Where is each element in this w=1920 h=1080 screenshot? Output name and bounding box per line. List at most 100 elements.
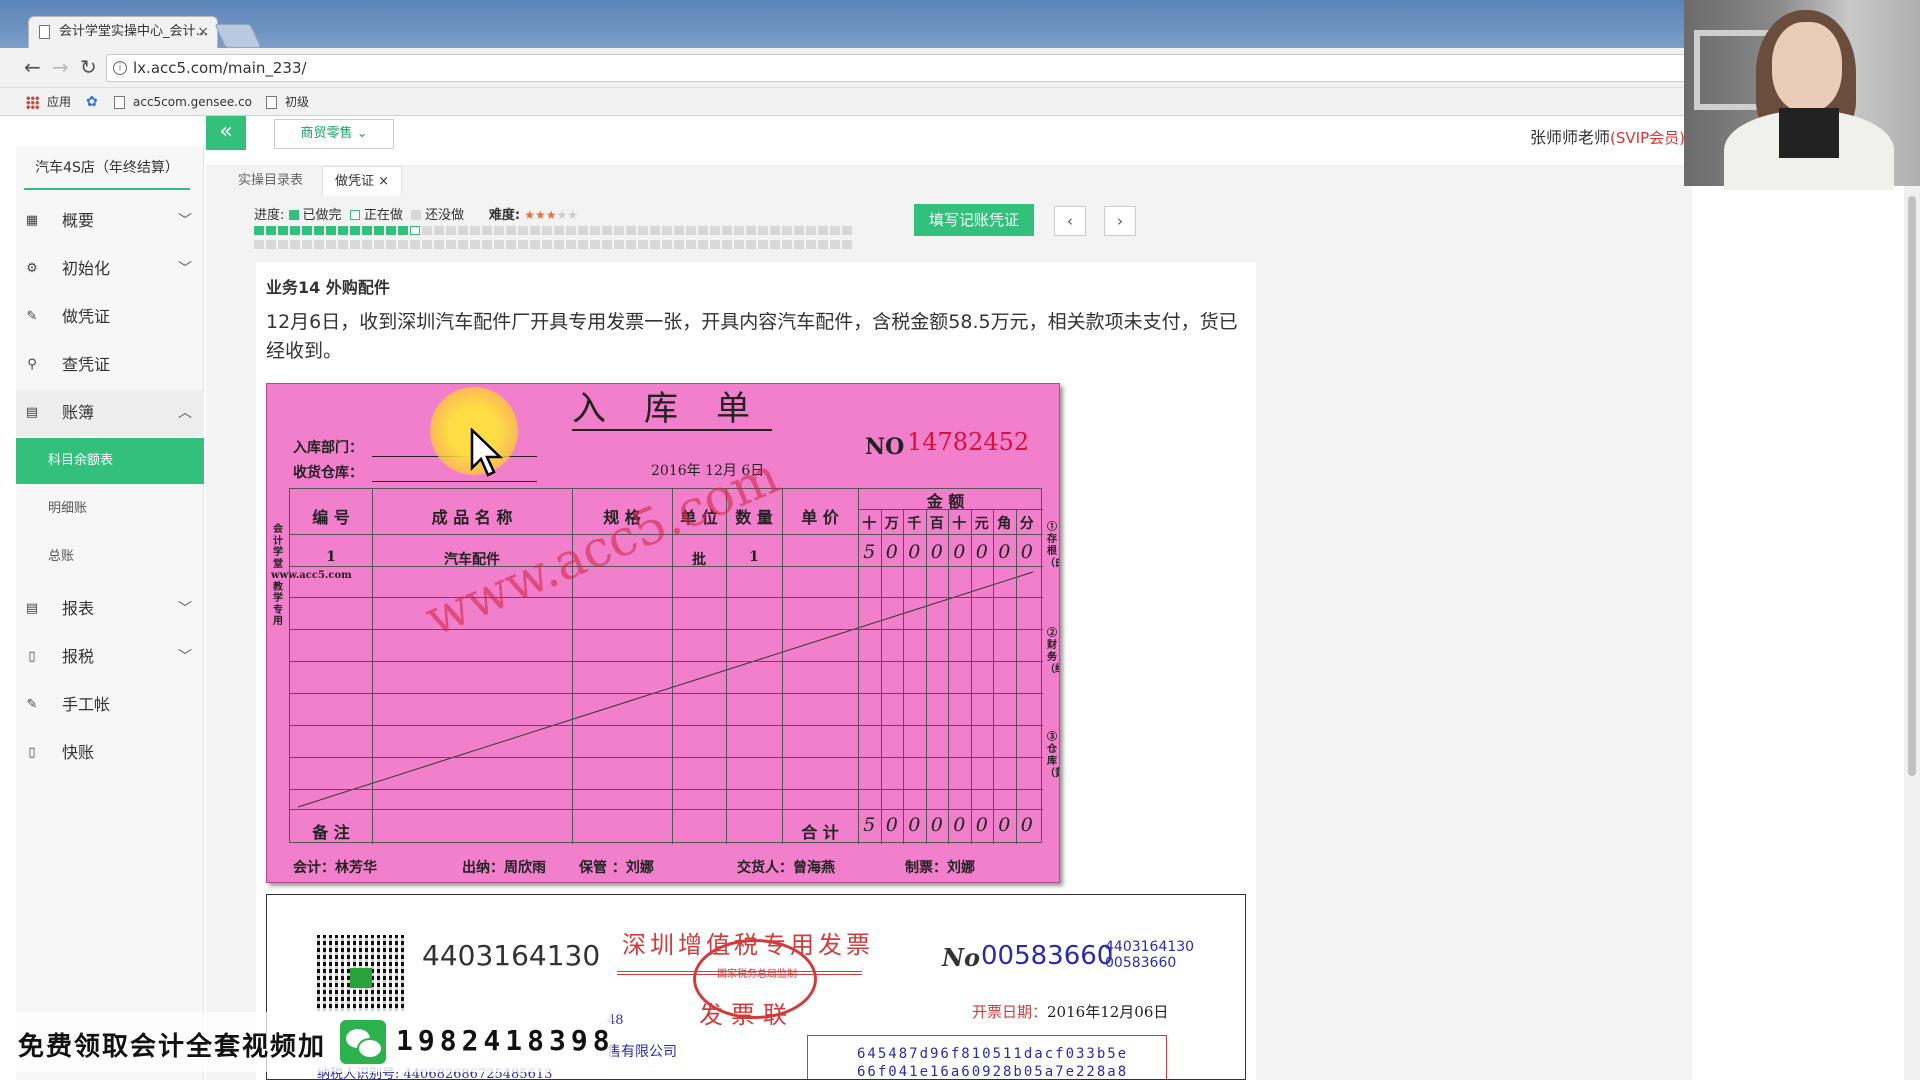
progress-cell[interactable] (458, 240, 468, 249)
paw-icon[interactable]: ✿ (86, 88, 98, 116)
bookmark-chuji[interactable]: 初级 (266, 88, 309, 116)
progress-cell[interactable] (350, 226, 360, 235)
progress-cell[interactable] (710, 240, 720, 249)
progress-cell[interactable] (326, 226, 336, 235)
progress-cell[interactable] (326, 240, 336, 249)
progress-cell[interactable] (554, 240, 564, 249)
progress-cell[interactable] (614, 240, 624, 249)
progress-cell[interactable] (746, 240, 756, 249)
progress-cell[interactable] (494, 226, 504, 235)
address-bar[interactable]: i lx.acc5.com/main_233/ (106, 54, 1686, 82)
progress-cell[interactable] (806, 240, 816, 249)
next-button[interactable]: › (1104, 206, 1136, 236)
progress-cell[interactable] (818, 226, 828, 235)
progress-cell[interactable] (266, 226, 276, 235)
progress-cell[interactable] (518, 226, 528, 235)
progress-cell[interactable] (362, 226, 372, 235)
progress-cell[interactable] (410, 240, 420, 249)
progress-cell[interactable] (758, 226, 768, 235)
progress-cell[interactable] (422, 240, 432, 249)
progress-cell[interactable] (290, 240, 300, 249)
progress-cell[interactable] (302, 240, 312, 249)
progress-cell[interactable] (566, 240, 576, 249)
progress-cell[interactable] (602, 240, 612, 249)
prev-button[interactable]: ‹ (1054, 206, 1086, 236)
back-arrow-icon[interactable]: ← (24, 56, 41, 78)
progress-cell[interactable] (362, 240, 372, 249)
progress-cell[interactable] (446, 226, 456, 235)
bookmark-apps[interactable]: 应用 (26, 88, 71, 116)
progress-cell[interactable] (602, 226, 612, 235)
progress-cell[interactable] (398, 240, 408, 249)
progress-cell[interactable] (650, 226, 660, 235)
progress-cell[interactable] (518, 240, 528, 249)
progress-cell[interactable] (686, 226, 696, 235)
progress-cell[interactable] (698, 240, 708, 249)
progress-cell[interactable] (722, 226, 732, 235)
company-name[interactable]: 汽车4S店（年终结算） (24, 146, 190, 190)
progress-cell[interactable] (542, 226, 552, 235)
bookmark-gensee[interactable]: acc5com.gensee.co (114, 88, 252, 116)
sidebar-subitem-detail[interactable]: 明细账 (16, 486, 204, 532)
progress-cell[interactable] (590, 240, 600, 249)
progress-cell[interactable] (758, 240, 768, 249)
progress-cell[interactable] (374, 240, 384, 249)
progress-cell[interactable] (266, 240, 276, 249)
progress-cell[interactable] (794, 226, 804, 235)
progress-cell[interactable] (470, 226, 480, 235)
info-icon[interactable]: i (113, 61, 127, 75)
forward-arrow-icon[interactable]: → (52, 56, 69, 78)
progress-cell[interactable] (770, 226, 780, 235)
progress-cell[interactable] (734, 226, 744, 235)
progress-cell[interactable] (314, 226, 324, 235)
progress-cell[interactable] (710, 226, 720, 235)
progress-cell[interactable] (290, 226, 300, 235)
sidebar-item-manual[interactable]: ✎ 手工帐 (16, 682, 204, 728)
progress-cell[interactable] (302, 226, 312, 235)
progress-cell[interactable] (434, 240, 444, 249)
progress-cell[interactable] (386, 226, 396, 235)
progress-cell[interactable] (530, 226, 540, 235)
sidebar-item-tax[interactable]: ▯ 报税 ﹀ (16, 634, 204, 680)
progress-cell[interactable] (686, 240, 696, 249)
progress-cell[interactable] (338, 226, 348, 235)
progress-cell[interactable] (494, 240, 504, 249)
progress-cell[interactable] (530, 240, 540, 249)
tab-catalog[interactable]: 实操目录表 (226, 166, 315, 196)
progress-cell[interactable] (338, 240, 348, 249)
progress-cell[interactable] (662, 240, 672, 249)
close-tab-icon[interactable]: × (197, 17, 209, 47)
progress-cell[interactable] (422, 226, 432, 235)
progress-cell[interactable] (746, 226, 756, 235)
progress-cell[interactable] (590, 226, 600, 235)
sidebar-subitem-general[interactable]: 总账 (16, 534, 204, 580)
progress-cell[interactable] (770, 240, 780, 249)
progress-cell[interactable] (554, 226, 564, 235)
progress-cell[interactable] (722, 240, 732, 249)
progress-cell[interactable] (278, 226, 288, 235)
collapse-sidebar-button[interactable]: « (206, 116, 246, 150)
sidebar-item-make-voucher[interactable]: ✎ 做凭证 (16, 294, 204, 340)
sidebar-subitem-balance[interactable]: 科目余额表 (16, 438, 204, 484)
progress-cell[interactable] (626, 226, 636, 235)
progress-cell[interactable] (638, 240, 648, 249)
sidebar-item-overview[interactable]: ▦ 概要 ﹀ (16, 198, 204, 244)
progress-cell[interactable] (350, 240, 360, 249)
progress-cell[interactable] (470, 240, 480, 249)
progress-cell[interactable] (818, 240, 828, 249)
sidebar-item-ledger[interactable]: ▤ 账簿 ︿ (16, 390, 204, 436)
progress-cell[interactable] (482, 226, 492, 235)
tab-make-voucher[interactable]: 做凭证 × (322, 166, 403, 196)
progress-cell[interactable] (446, 240, 456, 249)
progress-cell[interactable] (794, 240, 804, 249)
progress-cell[interactable] (254, 240, 264, 249)
fill-voucher-button[interactable]: 填写记账凭证 (914, 204, 1034, 236)
progress-cell[interactable] (482, 240, 492, 249)
progress-cell[interactable] (374, 226, 384, 235)
progress-cell[interactable] (434, 226, 444, 235)
progress-cell[interactable] (698, 226, 708, 235)
progress-cell[interactable] (650, 240, 660, 249)
browser-tab[interactable]: 会计学堂实操中心_会计… × (28, 16, 218, 48)
progress-cell[interactable] (566, 226, 576, 235)
progress-cell[interactable] (662, 226, 672, 235)
